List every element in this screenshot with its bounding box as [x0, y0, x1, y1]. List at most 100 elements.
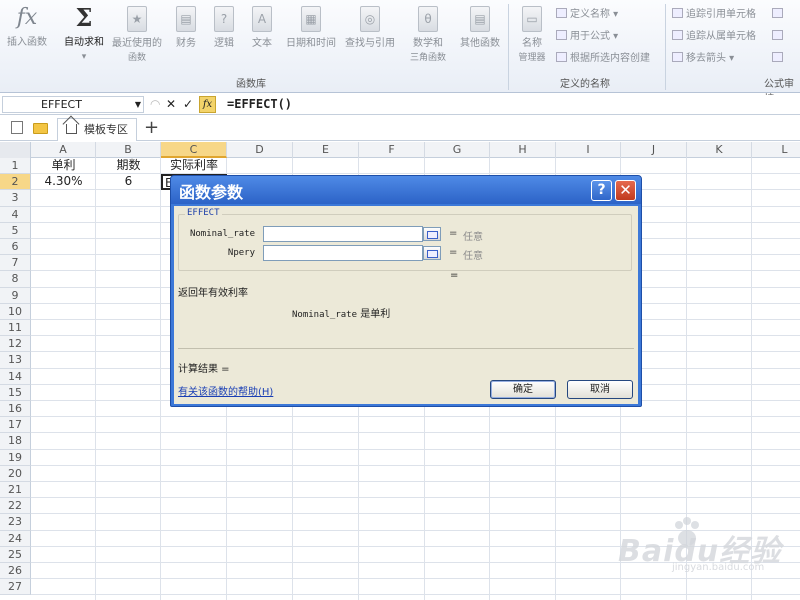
function-help-link[interactable]: 有关该函数的帮助(H): [178, 383, 273, 398]
npery-input[interactable]: [263, 245, 423, 261]
column-header-b[interactable]: B: [96, 142, 161, 158]
financial-label: 财务: [176, 38, 196, 49]
remove-arrows-label: 移去箭头: [686, 53, 726, 64]
row-header-13[interactable]: 13: [0, 352, 31, 369]
help-button[interactable]: ?: [591, 180, 612, 201]
ok-button[interactable]: 确定: [490, 380, 556, 399]
row-header-9[interactable]: 9: [0, 287, 31, 304]
show-formulas-icon[interactable]: [772, 8, 786, 22]
row-header-2[interactable]: 2: [0, 174, 31, 191]
column-header-d[interactable]: D: [227, 142, 293, 158]
ribbon-separator-2: [665, 4, 666, 90]
logical-button[interactable]: ? 逻辑: [208, 2, 240, 51]
row-header-27[interactable]: 27: [0, 579, 31, 596]
more-functions-button[interactable]: ▤ 其他函数: [456, 2, 504, 51]
row-header-24[interactable]: 24: [0, 530, 31, 547]
ribbon-separator: [508, 4, 509, 90]
row-header-25[interactable]: 25: [0, 546, 31, 563]
cancel-icon[interactable]: ✕: [166, 97, 176, 111]
use-in-formula-button[interactable]: 用于公式 ▾: [556, 30, 618, 44]
collapse-dialog-icon[interactable]: [423, 246, 441, 260]
recent-functions-button[interactable]: ★ 最近使用的 函数: [108, 2, 166, 66]
row-header-22[interactable]: 22: [0, 498, 31, 515]
row-header-6[interactable]: 6: [0, 239, 31, 256]
row-header-15[interactable]: 15: [0, 384, 31, 401]
insert-function-fx-button[interactable]: fx: [199, 96, 216, 113]
column-header-a[interactable]: A: [31, 142, 96, 158]
name-manager-button[interactable]: ▭ 名称 管理器: [512, 2, 552, 66]
chevron-down-icon[interactable]: ▼: [135, 97, 141, 113]
cell-b1[interactable]: 期数: [96, 158, 161, 174]
row-header-19[interactable]: 19: [0, 449, 31, 466]
row-header-10[interactable]: 10: [0, 303, 31, 320]
column-header-f[interactable]: F: [359, 142, 425, 158]
dialog-titlebar[interactable]: 函数参数 ? ✕: [171, 176, 641, 204]
trace-dependents-button[interactable]: 追踪从属单元格: [672, 30, 756, 44]
define-name-button[interactable]: 定义名称 ▾: [556, 8, 618, 22]
row-header-18[interactable]: 18: [0, 433, 31, 450]
folder-icon[interactable]: [33, 123, 48, 134]
error-check-icon[interactable]: [772, 30, 786, 44]
financial-button[interactable]: ▤ 财务: [170, 2, 202, 51]
formula-bar: EFFECT ▼ ◠ ✕ ✓ fx =EFFECT(): [0, 95, 800, 115]
row-header-11[interactable]: 11: [0, 320, 31, 337]
datetime-button[interactable]: ▦ 日期和时间: [282, 2, 340, 51]
lookup-button[interactable]: ◎ 查找与引用: [342, 2, 398, 51]
row-header-7[interactable]: 7: [0, 255, 31, 272]
cell-c1[interactable]: 实际利率: [161, 158, 227, 174]
add-tab-button[interactable]: +: [144, 117, 159, 138]
column-header-e[interactable]: E: [293, 142, 359, 158]
formula-input[interactable]: =EFFECT(): [227, 97, 292, 111]
row-header-20[interactable]: 20: [0, 465, 31, 482]
row-header-3[interactable]: 3: [0, 190, 31, 207]
expand-icon: ◠: [150, 97, 161, 111]
create-from-selection-button[interactable]: 根据所选内容创建: [556, 52, 650, 66]
row-header-8[interactable]: 8: [0, 271, 31, 288]
column-header-j[interactable]: J: [621, 142, 687, 158]
name-box[interactable]: EFFECT ▼: [2, 96, 144, 113]
column-header-h[interactable]: H: [490, 142, 556, 158]
row-header-1[interactable]: 1: [0, 158, 31, 175]
insert-function-button[interactable]: fx 插入函数: [2, 2, 52, 50]
cancel-button[interactable]: 取消: [567, 380, 633, 399]
tab-template-zone[interactable]: 模板专区: [57, 118, 137, 141]
collapse-dialog-icon[interactable]: [423, 227, 441, 241]
evaluate-formula-icon[interactable]: [772, 52, 786, 66]
row-header-4[interactable]: 4: [0, 206, 31, 223]
column-header-l[interactable]: L: [752, 142, 800, 158]
close-button[interactable]: ✕: [615, 180, 636, 201]
row-header-16[interactable]: 16: [0, 401, 31, 418]
row-header-23[interactable]: 23: [0, 514, 31, 531]
math-button[interactable]: θ 数学和 三角函数: [400, 2, 456, 66]
cell-a2[interactable]: 4.30%: [31, 174, 96, 190]
enter-icon[interactable]: ✓: [183, 97, 193, 111]
trace-arrow-icon: [672, 8, 683, 18]
column-header-i[interactable]: I: [556, 142, 621, 158]
dialog-body: EFFECT Nominal_rate = 任意 Npery = 任意 = 返回…: [174, 206, 638, 404]
text-button[interactable]: A 文本: [246, 2, 278, 51]
column-header-g[interactable]: G: [425, 142, 490, 158]
gridline: [31, 448, 800, 450]
name-box-value: EFFECT: [41, 98, 82, 111]
math-label-2: 三角函数: [409, 53, 446, 63]
cell-a1[interactable]: 单利: [31, 158, 96, 174]
row-header-26[interactable]: 26: [0, 563, 31, 580]
row-header-14[interactable]: 14: [0, 368, 31, 385]
select-all-corner[interactable]: [0, 142, 31, 158]
column-header-c[interactable]: C: [161, 142, 227, 158]
cell-b2[interactable]: 6: [96, 174, 161, 190]
tab-template-label: 模板专区: [84, 123, 128, 136]
row-header-5[interactable]: 5: [0, 222, 31, 239]
remove-arrows-button[interactable]: 移去箭头 ▾: [672, 52, 734, 66]
remove-arrows-icon: [672, 52, 683, 62]
new-file-icon[interactable]: [11, 121, 23, 134]
nominal-rate-input[interactable]: [263, 226, 423, 242]
row-header-17[interactable]: 17: [0, 417, 31, 434]
trace-precedents-button[interactable]: 追踪引用单元格: [672, 8, 756, 22]
row-header-21[interactable]: 21: [0, 482, 31, 499]
column-header-k[interactable]: K: [687, 142, 752, 158]
row-header-12[interactable]: 12: [0, 336, 31, 353]
define-name-label: 定义名称: [570, 9, 610, 20]
fx-icon: fx: [16, 4, 38, 30]
autosum-button[interactable]: Σ 自动求和 ▾: [58, 2, 110, 65]
